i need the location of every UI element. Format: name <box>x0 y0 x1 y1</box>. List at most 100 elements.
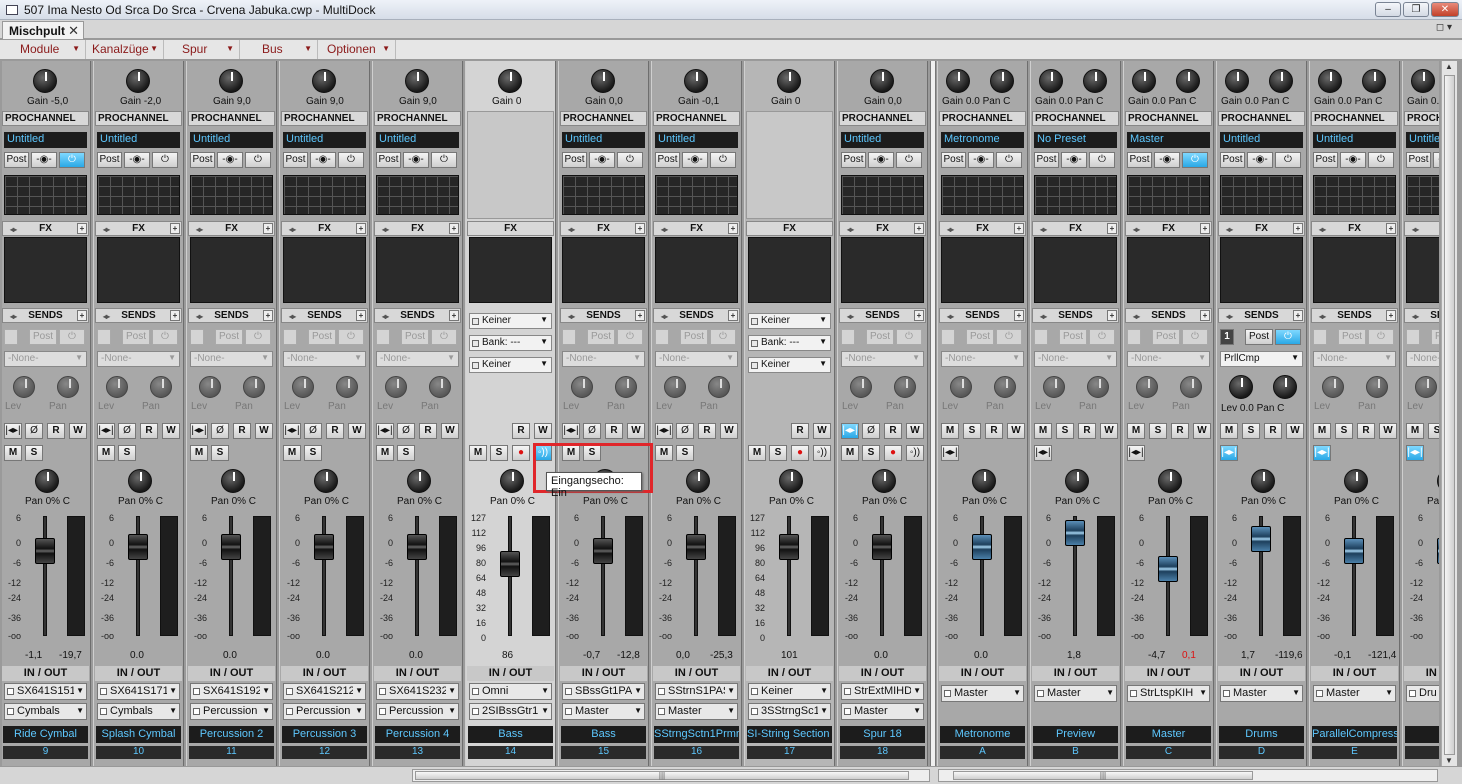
phase-button[interactable]: Ø <box>397 423 415 439</box>
pan-knob[interactable] <box>1362 69 1386 93</box>
prochannel-header[interactable]: PROCHANNEL <box>374 111 461 126</box>
preset-name[interactable]: Untitled <box>841 132 924 148</box>
add-send-icon[interactable]: + <box>77 310 87 321</box>
pan-knob[interactable] <box>1065 469 1089 493</box>
solo-button[interactable]: S <box>304 445 322 461</box>
send-plugin-select[interactable]: PrllCmp ▼ <box>1220 351 1303 367</box>
output-select[interactable]: Master ▼ <box>1034 685 1117 702</box>
prochannel-header[interactable]: PROCHANNEL <box>560 111 647 126</box>
gain-knob[interactable] <box>946 69 970 93</box>
send-post-button[interactable]: Post <box>122 329 150 345</box>
input-echo-button[interactable]: |◂▸| <box>1313 445 1331 461</box>
input-echo-button[interactable]: |◂▸| <box>97 423 115 439</box>
input-echo-button[interactable]: |◂▸| <box>190 423 208 439</box>
gain-knob[interactable] <box>591 69 615 93</box>
preset-name[interactable]: Untitled <box>4 132 87 148</box>
sends-arrows-icon[interactable]: ◂▸ <box>841 310 859 321</box>
fx-bin[interactable] <box>469 237 552 303</box>
bus-mute-button[interactable]: M <box>1034 423 1052 439</box>
bus-read-button[interactable]: R <box>985 423 1003 439</box>
eq-display[interactable] <box>1313 175 1396 215</box>
midi-keiner-select[interactable]: Keiner ▼ <box>748 313 831 329</box>
send-power-button[interactable]: ⏻ <box>1368 329 1394 345</box>
write-button[interactable]: W <box>348 423 366 439</box>
write-button[interactable]: W <box>255 423 273 439</box>
pan-knob[interactable] <box>1344 469 1368 493</box>
phase-button[interactable]: Ø <box>211 423 229 439</box>
fx-arrows-icon[interactable]: ◂▸ <box>4 223 22 234</box>
fx-arrows-icon[interactable]: ◂▸ <box>1220 223 1238 234</box>
minimize-button[interactable]: – <box>1375 2 1401 17</box>
fx-bin[interactable] <box>97 237 180 303</box>
send-select[interactable]: -None- ▼ <box>941 351 1024 367</box>
gain-knob[interactable] <box>870 69 894 93</box>
volume-value[interactable]: 0.0 <box>409 650 423 661</box>
fx-arrows-icon[interactable]: ◂▸ <box>562 223 580 234</box>
sends-arrows-icon[interactable]: ◂▸ <box>376 310 394 321</box>
eq-display[interactable] <box>1220 175 1303 215</box>
post-button[interactable]: Post <box>97 152 122 168</box>
input-select[interactable]: SX641S2122 ▼ <box>283 683 366 700</box>
pan-knob[interactable] <box>35 469 59 493</box>
power-button[interactable]: ⏻ <box>1368 152 1394 168</box>
send-power-button[interactable]: ⏻ <box>59 329 85 345</box>
write-button[interactable]: W <box>720 423 738 439</box>
read-button[interactable]: R <box>698 423 716 439</box>
send-power-button[interactable]: ⏻ <box>338 329 364 345</box>
fader-handle[interactable] <box>686 534 706 560</box>
input-echo-button[interactable]: |◂▸| <box>283 423 301 439</box>
prochannel-header[interactable]: PROCHANNEL <box>1125 111 1212 126</box>
send-level-knob[interactable] <box>1322 376 1344 398</box>
fx-arrows-icon[interactable]: ◂▸ <box>283 223 301 234</box>
solo-button[interactable]: S <box>676 445 694 461</box>
add-fx-icon[interactable]: + <box>1386 223 1396 234</box>
fx-bin[interactable] <box>1127 237 1210 303</box>
add-send-icon[interactable]: + <box>635 310 645 321</box>
post-button[interactable]: Post <box>1313 152 1338 168</box>
eq-display[interactable] <box>841 175 924 215</box>
input-echo-button[interactable]: |◂▸| <box>941 445 959 461</box>
preset-name[interactable]: No Preset <box>1034 132 1117 148</box>
pan-knob[interactable] <box>1176 69 1200 93</box>
add-fx-icon[interactable]: + <box>1014 223 1024 234</box>
send-level-knob[interactable] <box>13 376 35 398</box>
sends-arrows-icon[interactable]: ◂▸ <box>562 310 580 321</box>
read-button[interactable]: R <box>419 423 437 439</box>
power-button[interactable]: ⏻ <box>152 152 178 168</box>
solo-button[interactable]: S <box>118 445 136 461</box>
scroll-up-icon[interactable]: ▲ <box>1445 62 1453 71</box>
send-select[interactable]: -None- ▼ <box>1127 351 1210 367</box>
power-button[interactable]: ⏻ <box>59 152 85 168</box>
close-button[interactable]: ✕ <box>1431 2 1459 17</box>
send-pan-knob[interactable] <box>708 376 730 398</box>
add-fx-icon[interactable]: + <box>356 223 366 234</box>
eq-display[interactable] <box>4 175 87 215</box>
gain-knob[interactable] <box>33 69 57 93</box>
track-name[interactable]: SStrngSctn1PrmrA' <box>654 726 739 743</box>
pan-knob[interactable] <box>314 469 338 493</box>
output-select[interactable]: 3SStrngSc1 ▼ <box>748 703 831 720</box>
input-echo-button[interactable]: ◦)) <box>906 445 924 461</box>
peak-value[interactable]: -119,6 <box>1275 650 1303 661</box>
send-pan-knob[interactable] <box>1273 375 1297 399</box>
midi-keiner-select[interactable]: Keiner ▼ <box>748 357 831 373</box>
track-name[interactable]: Percussion 4 <box>375 726 460 743</box>
output-select[interactable]: Percussion ▼ <box>376 703 459 720</box>
mute-button[interactable]: M <box>376 445 394 461</box>
send-pan-knob[interactable] <box>57 376 79 398</box>
fx-arrows-icon[interactable]: ◂▸ <box>1034 223 1052 234</box>
pan-knob[interactable] <box>1251 469 1275 493</box>
write-button[interactable]: W <box>162 423 180 439</box>
fx-arrows-icon[interactable]: ◂▸ <box>1406 223 1424 234</box>
volume-value[interactable]: 1,7 <box>1241 650 1255 661</box>
prochannel-header[interactable]: PROCHANNEL <box>653 111 740 126</box>
link-button[interactable]: -◉- <box>589 152 615 168</box>
fx-bin[interactable] <box>283 237 366 303</box>
mute-button[interactable]: M <box>655 445 673 461</box>
read-button[interactable]: R <box>512 423 530 439</box>
prochannel-header[interactable]: PROCHANNEL <box>95 111 182 126</box>
preset-name[interactable]: Untitled <box>190 132 273 148</box>
bus-write-button[interactable]: W <box>1100 423 1118 439</box>
tab-mischpult[interactable]: Mischpult ✕ <box>2 21 84 39</box>
add-send-icon[interactable]: + <box>1293 310 1303 321</box>
